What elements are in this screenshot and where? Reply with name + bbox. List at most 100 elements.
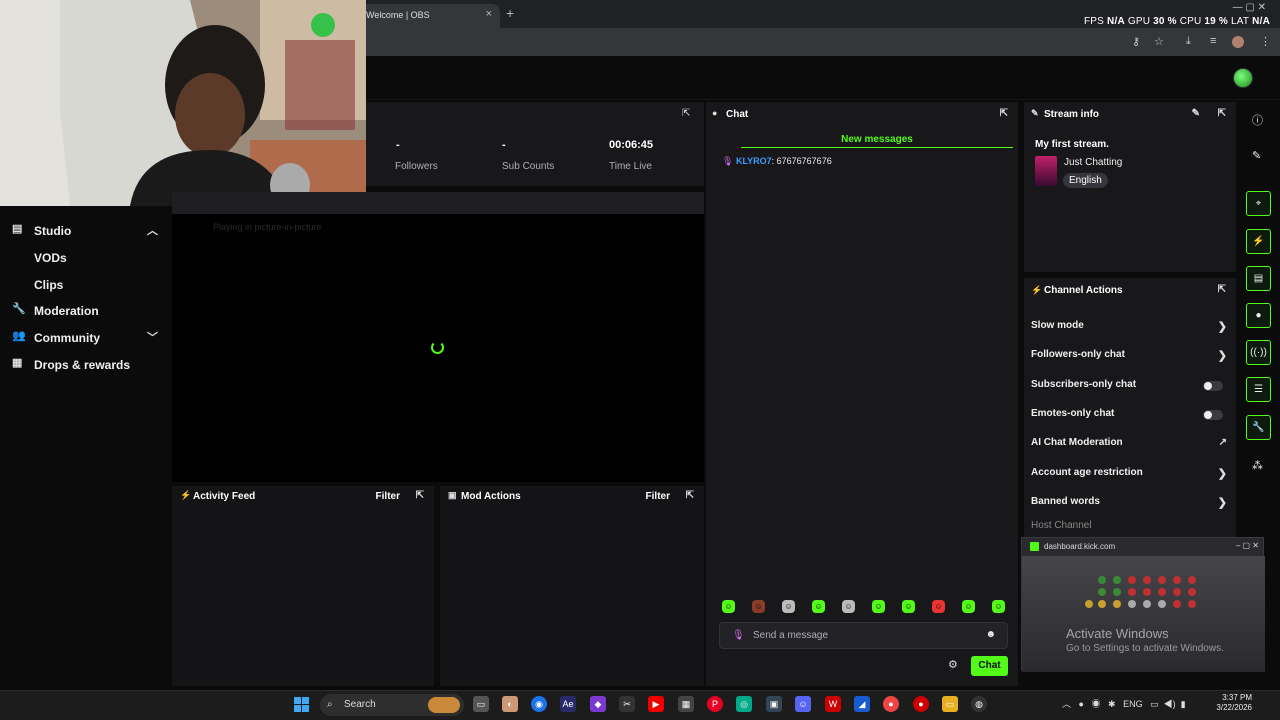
note-icon[interactable]: ▤ [1246, 266, 1271, 291]
info-icon[interactable]: ⓘ [1252, 112, 1263, 128]
popout-icon[interactable]: ⇱ [416, 490, 424, 501]
emote-icon[interactable]: ☺ [872, 600, 885, 613]
taskbar-search[interactable]: ⌕ Search [320, 694, 464, 716]
new-tab-button[interactable]: + [506, 5, 514, 21]
tray-language[interactable]: ENG [1123, 699, 1143, 709]
edit-icon[interactable]: ✎ [1192, 108, 1200, 119]
wps-icon[interactable]: W [825, 696, 841, 712]
activity-filter-button[interactable]: Filter [376, 491, 400, 502]
obs-record-icon[interactable]: ● [913, 696, 929, 712]
capcut-icon[interactable]: ✂ [619, 696, 635, 712]
bookmark-star-icon[interactable]: ☆ [1154, 35, 1164, 48]
sidebar-item-vods[interactable]: VODs [0, 245, 172, 271]
popout-icon[interactable]: ⇱ [1000, 108, 1008, 119]
after-effects-icon[interactable]: Ae [560, 696, 576, 712]
windows-start-icon[interactable] [294, 697, 310, 713]
stream-category[interactable]: Just Chatting [1064, 157, 1122, 168]
emote-icon[interactable]: ☺ [722, 600, 735, 613]
app-icon[interactable]: ◆ [590, 696, 606, 712]
popout-icon[interactable]: ⇱ [682, 108, 690, 119]
task-view-icon[interactable]: ▭ [473, 696, 489, 712]
download-icon[interactable]: ⤓ [1186, 35, 1191, 48]
user-avatar[interactable] [1233, 68, 1253, 88]
emotes-only-row: Emotes-only chat [1031, 408, 1231, 426]
edge-icon[interactable]: ◎ [736, 696, 752, 712]
system-tray[interactable]: ︿ ● ◉ ✱ ENG ▭ ◀) ▮ [1062, 697, 1186, 710]
popout-icon[interactable]: ⇱ [1218, 284, 1226, 295]
emote-icon[interactable]: ☺ [812, 600, 825, 613]
pencil-icon[interactable]: ✎ [1252, 149, 1261, 162]
popout-icon[interactable]: ⇱ [686, 490, 694, 501]
emote-icon[interactable]: ☺ [902, 600, 915, 613]
network-icon[interactable]: ▭ [1150, 699, 1159, 709]
people-icon: 👥 [12, 330, 26, 342]
app-icon[interactable]: ◐ [502, 696, 518, 712]
tab-close-icon[interactable]: × [486, 8, 492, 20]
obs-icon[interactable]: ◍ [971, 696, 987, 712]
host-channel-label[interactable]: Host Channel [1031, 520, 1092, 531]
window-controls[interactable]: – ▢ ✕ [1236, 541, 1259, 550]
sidebar-item-community[interactable]: 👥 Community ﹀ [0, 325, 172, 351]
emote-icon[interactable]: ☺ [782, 600, 795, 613]
account-age-row[interactable]: Account age restriction ❯ [1031, 467, 1231, 485]
chat-username[interactable]: KLYRO7 [736, 156, 772, 166]
calendar-icon[interactable]: ▦ [678, 696, 694, 712]
popout-icon[interactable]: ⇱ [1218, 108, 1226, 119]
followers-value: - [396, 139, 400, 151]
emote-icon[interactable]: ☺ [932, 600, 945, 613]
sidebar-item-studio[interactable]: ▤ Studio ︿ [0, 218, 172, 244]
youtube-icon[interactable]: ▶ [648, 696, 664, 712]
chat-message-input[interactable]: 🎙 Send a message ☻ [719, 622, 1008, 649]
volume-icon[interactable]: ◀) [1164, 699, 1176, 709]
window-controls[interactable]: — ▢ ✕ [1233, 2, 1266, 13]
reading-list-icon[interactable]: ≡ [1210, 35, 1216, 47]
chrome-icon[interactable]: ◉ [531, 696, 547, 712]
app-icon[interactable]: ◢ [854, 696, 870, 712]
chevron-up-icon[interactable]: ︿ [147, 222, 158, 238]
screenshot-icon[interactable]: ⌖ [1246, 191, 1271, 216]
new-messages-divider[interactable]: New messages [741, 134, 1013, 148]
sidebar-item-drops[interactable]: ▦ Drops & rewards [0, 352, 172, 378]
wrench-icon[interactable]: 🔧 [1246, 415, 1271, 440]
chat-bubble-icon[interactable]: ● [1246, 303, 1271, 328]
bolt-icon[interactable]: ⚡ [1246, 229, 1271, 254]
mod-filter-button[interactable]: Filter [646, 491, 670, 502]
mic-icon[interactable]: 🎙 [732, 630, 745, 641]
chat-settings-icon[interactable]: ⚙ [948, 658, 958, 671]
sidebar-item-clips[interactable]: Clips [0, 272, 172, 298]
file-explorer-icon[interactable]: ▭ [942, 696, 958, 712]
pinterest-icon[interactable]: P [707, 696, 723, 712]
emotes-only-toggle[interactable] [1203, 410, 1223, 420]
tray-app-icon[interactable]: ● [1079, 699, 1084, 709]
emote-icon[interactable]: ☺ [752, 600, 765, 613]
password-key-icon[interactable]: ⚷ [1132, 35, 1140, 48]
list-icon[interactable]: ☰ [1246, 377, 1271, 402]
emoji-picker-icon[interactable]: ☻ [985, 629, 996, 640]
profile-avatar[interactable] [1232, 36, 1244, 48]
subscribers-only-toggle[interactable] [1203, 381, 1223, 391]
battery-icon[interactable]: ▮ [1181, 699, 1186, 709]
chevron-right-icon: ❯ [1217, 350, 1227, 362]
tray-app-icon[interactable]: ◉ [1091, 699, 1100, 709]
app-icon[interactable]: ● [883, 696, 899, 712]
app-icon[interactable]: ▣ [766, 696, 782, 712]
broadcast-icon[interactable]: ((·)) [1246, 340, 1271, 365]
followers-only-row[interactable]: Followers-only chat ❯ [1031, 349, 1231, 367]
menu-kebab-icon[interactable]: ⋮ [1260, 35, 1271, 48]
send-chat-button[interactable]: Chat [971, 656, 1008, 676]
banned-words-row[interactable]: Banned words ❯ [1031, 496, 1231, 514]
discord-icon[interactable]: ☺ [795, 696, 811, 712]
emote-icon[interactable]: ☺ [962, 600, 975, 613]
address-bar[interactable]: ⚷ ☆ ⤓ ≡ ⋮ [360, 28, 1280, 56]
nodes-icon[interactable]: ⁂ [1252, 459, 1263, 472]
slow-mode-row[interactable]: Slow mode ❯ [1031, 320, 1231, 338]
chevron-up-icon[interactable]: ︿ [1062, 699, 1071, 709]
browser-tab[interactable]: Welcome | OBS × [360, 4, 500, 28]
emote-icon[interactable]: ☺ [842, 600, 855, 613]
taskbar-clock[interactable]: 3:37 PM 3/22/2026 [1212, 693, 1252, 713]
chevron-down-icon[interactable]: ﹀ [147, 329, 158, 345]
emote-icon[interactable]: ☺ [992, 600, 1005, 613]
bluetooth-icon[interactable]: ✱ [1108, 699, 1116, 709]
ai-moderation-row[interactable]: AI Chat Moderation ↗ [1031, 437, 1231, 455]
sidebar-item-moderation[interactable]: 🔧 Moderation [0, 298, 172, 324]
